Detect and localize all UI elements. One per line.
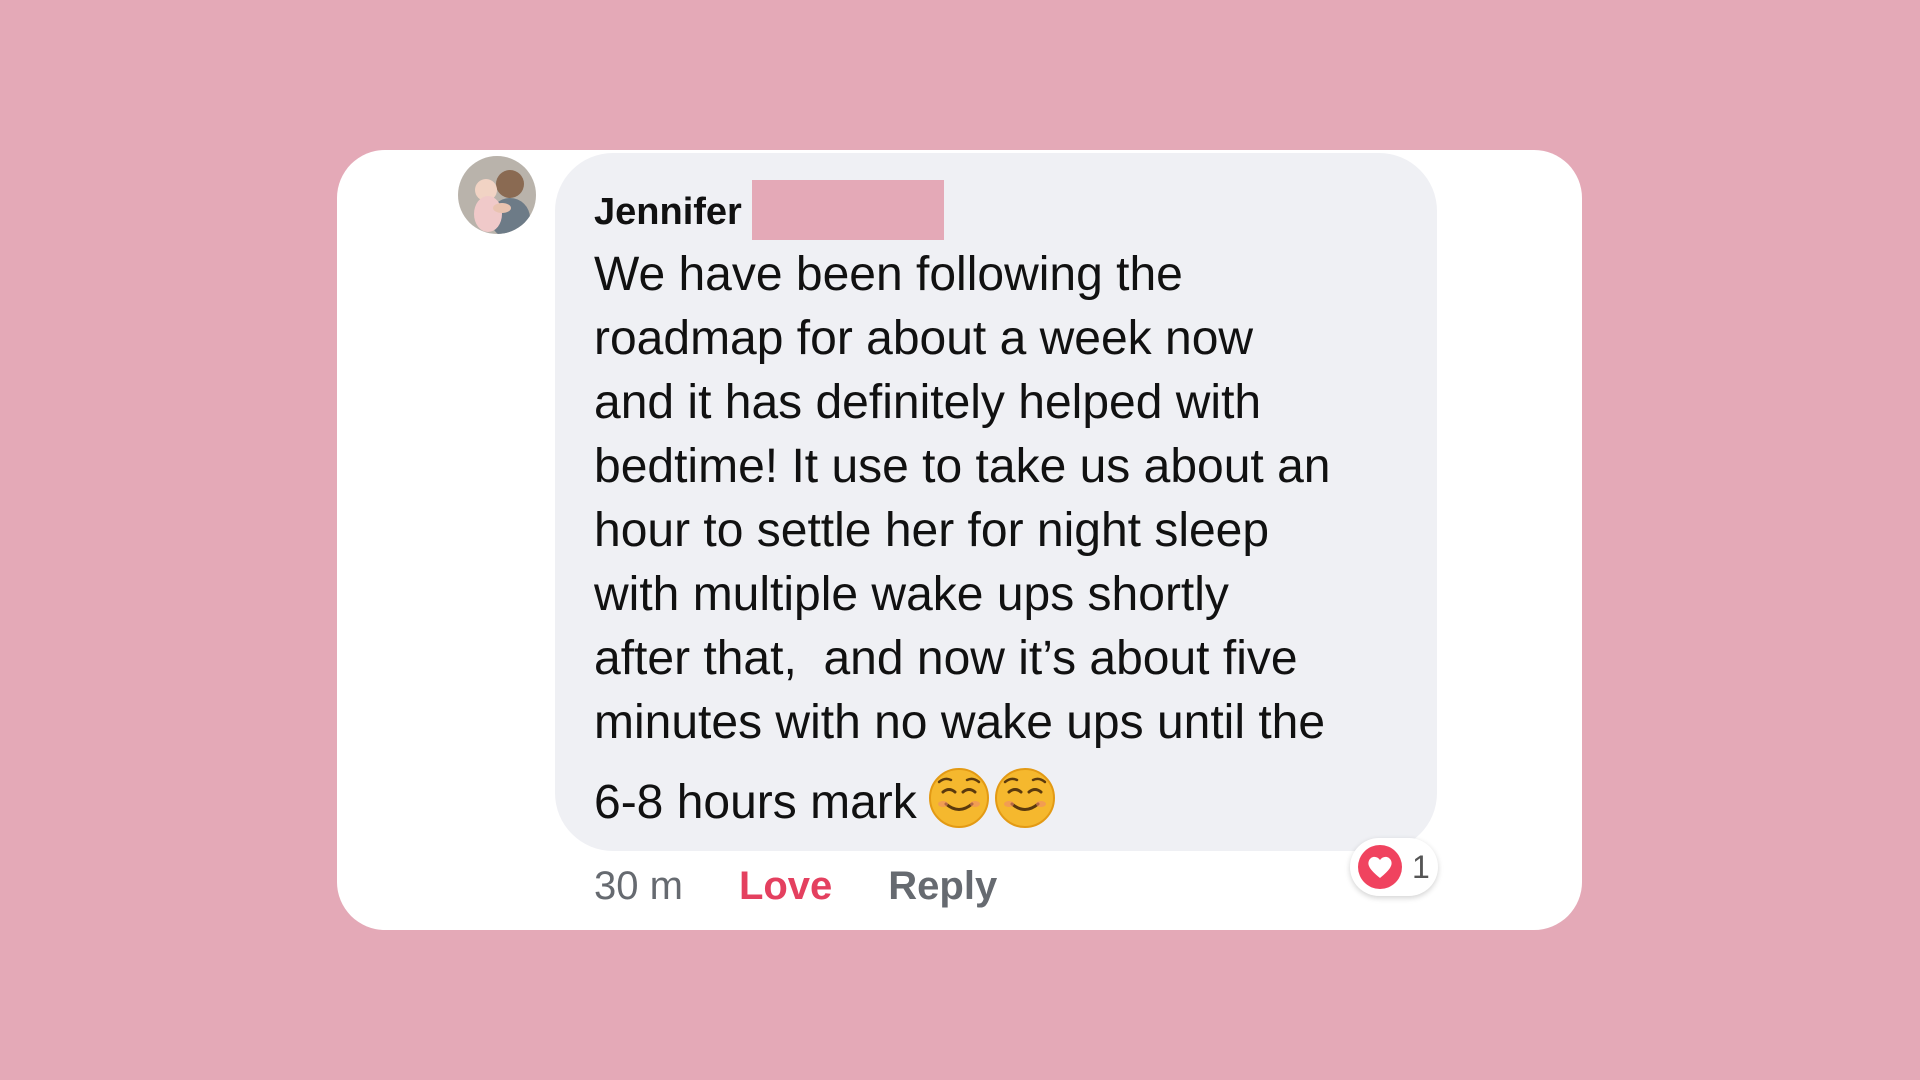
comment-line: hour to settle her for night sleep xyxy=(594,504,1270,557)
reaction-count: 1 xyxy=(1412,848,1430,885)
smiling-face-emoji xyxy=(928,768,989,828)
emoji-group xyxy=(928,768,1055,828)
author-row: Jennifer xyxy=(594,180,1399,241)
avatar[interactable] xyxy=(458,156,536,234)
comment-line: after that, and now it’s about five xyxy=(594,632,1298,685)
comment-text: We have been following the roadmap for a… xyxy=(594,243,1399,835)
avatar-photo xyxy=(458,156,536,234)
author-name[interactable]: Jennifer xyxy=(594,183,742,241)
comment-line: with multiple wake ups shortly xyxy=(594,568,1229,621)
smiling-face-emoji xyxy=(994,768,1055,828)
reaction-summary[interactable]: 1 xyxy=(1350,838,1438,896)
comment-line: and it has definitely helped with xyxy=(594,376,1262,429)
comment-line: minutes with no wake ups until the xyxy=(594,696,1326,749)
comment-bubble: Jennifer We have been following the road… xyxy=(555,153,1437,851)
comment-line-last: 6-8 hours mark xyxy=(594,776,917,829)
comment-line: bedtime! It use to take us about an xyxy=(594,440,1331,493)
comment-actions: 30 m Love Reply xyxy=(594,856,997,916)
comment-line: We have been following the xyxy=(594,248,1183,301)
timestamp[interactable]: 30 m xyxy=(594,864,683,909)
love-button[interactable]: Love xyxy=(739,864,832,909)
reply-button[interactable]: Reply xyxy=(888,864,997,909)
comment-line: roadmap for about a week now xyxy=(594,312,1254,365)
heart-icon xyxy=(1358,845,1402,889)
comment-card: Jennifer We have been following the road… xyxy=(337,150,1582,930)
redacted-surname xyxy=(751,180,944,240)
